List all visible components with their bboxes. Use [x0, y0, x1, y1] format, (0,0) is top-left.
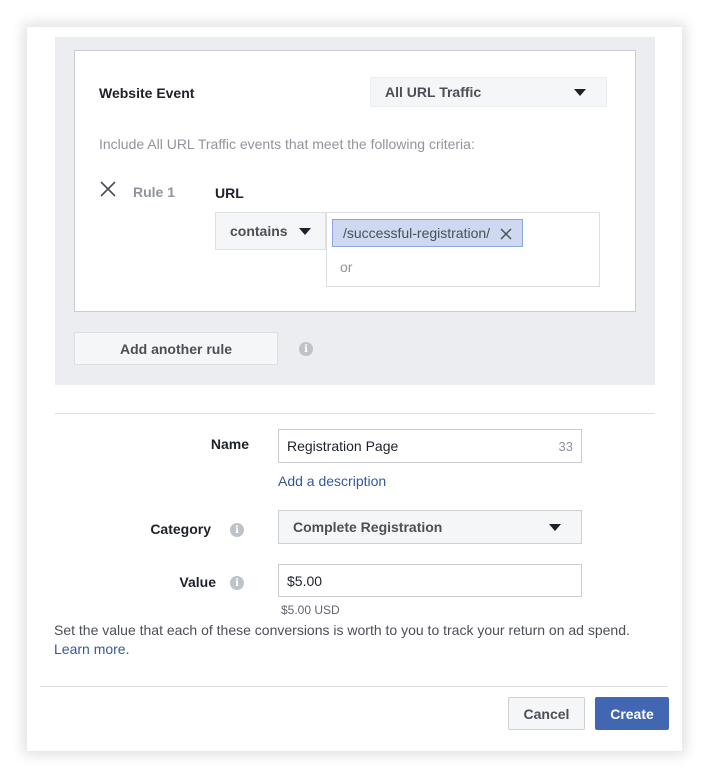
create-conversion-dialog: Website Event All URL Traffic Include Al…	[27, 27, 682, 751]
name-input[interactable]: Registration Page 33	[278, 429, 582, 463]
cancel-button[interactable]: Cancel	[508, 697, 585, 730]
website-event-value: All URL Traffic	[385, 84, 482, 100]
url-token-input[interactable]: /successful-registration/ or	[326, 212, 600, 287]
value-hint: $5.00 USD	[281, 603, 340, 617]
or-text: or	[340, 259, 353, 275]
operator-value: contains	[230, 223, 288, 239]
category-select[interactable]: Complete Registration	[278, 510, 582, 544]
remove-token-icon[interactable]	[500, 228, 512, 240]
rule-field-label: URL	[215, 185, 244, 201]
value-input[interactable]: $5.00	[278, 564, 582, 597]
divider	[55, 413, 655, 414]
rule-name: Rule 1	[133, 184, 176, 200]
value-label: Value	[179, 574, 216, 590]
website-event-select[interactable]: All URL Traffic	[370, 77, 607, 107]
operator-select[interactable]: contains	[215, 212, 326, 250]
name-label: Name	[210, 436, 249, 452]
add-another-rule-button[interactable]: Add another rule	[74, 332, 278, 365]
learn-more-link[interactable]: Learn more.	[54, 641, 129, 657]
info-icon[interactable]: i	[230, 576, 244, 590]
url-token: /successful-registration/	[332, 219, 524, 247]
add-description-link[interactable]: Add a description	[278, 473, 386, 489]
category-value: Complete Registration	[293, 519, 443, 535]
criteria-text: Include All URL Traffic events that meet…	[99, 136, 475, 152]
value-value: $5.00	[287, 572, 323, 589]
rules-section: Website Event All URL Traffic Include Al…	[55, 37, 655, 385]
caret-down-icon	[299, 228, 311, 235]
caret-down-icon	[549, 524, 561, 531]
value-description: Set the value that each of these convers…	[54, 621, 664, 659]
info-icon[interactable]: i	[230, 523, 244, 537]
create-button[interactable]: Create	[595, 697, 669, 730]
website-event-label: Website Event	[99, 85, 195, 101]
rule-box: Website Event All URL Traffic Include Al…	[74, 50, 636, 312]
value-description-text: Set the value that each of these convers…	[54, 622, 630, 638]
close-icon[interactable]	[99, 180, 117, 198]
footer-divider	[40, 686, 668, 687]
char-count: 33	[558, 439, 573, 454]
name-value: Registration Page	[287, 438, 399, 454]
category-label: Category	[150, 521, 211, 537]
url-token-text: /successful-registration/	[343, 225, 491, 241]
caret-down-icon	[574, 89, 586, 96]
info-icon[interactable]: i	[299, 342, 313, 356]
